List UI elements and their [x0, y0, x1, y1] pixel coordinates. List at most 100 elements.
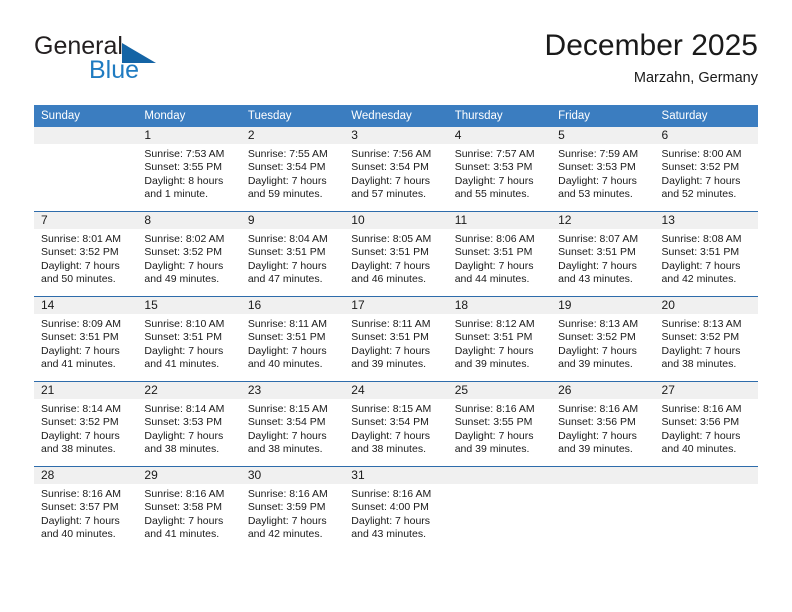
page-title: December 2025 [544, 29, 758, 62]
calendar-day-cell[interactable]: 29 Sunrise: 8:16 AM Sunset: 3:58 PM Dayligh… [137, 466, 241, 551]
sunrise-text: Sunrise: 8:01 AM [41, 233, 121, 245]
sunset-text: Sunset: 3:58 PM [144, 501, 223, 514]
sunrise-text: Sunrise: 8:10 AM [144, 318, 225, 330]
sunset-text: Sunset: 3:51 PM [454, 331, 533, 344]
daylight-text-line1: Daylight: 7 hours [247, 514, 327, 527]
daylight-text-line1: Daylight: 7 hours [41, 514, 120, 527]
calendar-day-cell[interactable]: 15 Sunrise: 8:10 AM Sunset: 3:51 PM Dayligh… [137, 296, 241, 382]
sunset-text: Sunset: 3:52 PM [558, 331, 636, 344]
sunrise-text: Sunrise: 8:08 AM [661, 233, 742, 245]
calendar-day-cell[interactable]: 22 Sunrise: 8:14 AM Sunset: 3:53 PM Dayligh… [137, 381, 241, 467]
calendar-day-cell[interactable]: 23 Sunrise: 8:15 AM Sunset: 3:54 PM Dayligh… [240, 381, 345, 467]
sunset-text: Sunset: 3:51 PM [41, 331, 119, 344]
daylight-text-line2: and 39 minutes. [558, 358, 633, 371]
calendar-day-cell[interactable]: 10 Sunrise: 8:05 AM Sunset: 3:51 PM Dayligh… [344, 211, 448, 297]
calendar-day-cell[interactable]: 17 Sunrise: 8:11 AM Sunset: 3:51 PM Dayligh… [344, 296, 448, 382]
day-details: Sunrise: 8:14 AM Sunset: 3:53 PM Daylight:… [137, 399, 240, 457]
calendar-day-cell[interactable]: 2 Sunrise: 7:55 AM Sunset: 3:54 PM Daylight… [240, 127, 345, 212]
sunset-text: Sunset: 3:57 PM [41, 501, 119, 514]
day-number [551, 467, 655, 484]
calendar-day-cell[interactable]: 14 Sunrise: 8:09 AM Sunset: 3:51 PM Dayligh… [34, 296, 138, 382]
weekday-header-tuesday: Tuesday [240, 105, 345, 127]
daylight-text-line2: and 38 minutes. [144, 443, 220, 456]
day-number: 14 [34, 297, 138, 314]
day-number: 20 [654, 297, 758, 314]
sunrise-text: Sunrise: 8:15 AM [351, 403, 432, 415]
calendar-day-cell[interactable]: 3 Sunrise: 7:56 AM Sunset: 3:54 PM Daylight… [344, 127, 448, 212]
day-details: Sunrise: 8:15 AM Sunset: 3:54 PM Daylight:… [344, 399, 447, 457]
calendar-day-cell[interactable]: 8 Sunrise: 8:02 AM Sunset: 3:52 PM Daylight… [137, 211, 241, 297]
day-details: Sunrise: 8:16 AM Sunset: 3:55 PM Daylight:… [448, 399, 551, 457]
calendar-day-cell[interactable]: 4 Sunrise: 7:57 AM Sunset: 3:53 PM Daylight… [447, 127, 552, 212]
calendar-day-cell[interactable]: 20 Sunrise: 8:13 AM Sunset: 3:52 PM Dayligh… [654, 296, 758, 382]
sunrise-text: Sunrise: 8:16 AM [41, 488, 121, 500]
day-details: Sunrise: 8:16 AM Sunset: 3:57 PM Daylight:… [34, 484, 137, 542]
sunset-text: Sunset: 3:53 PM [454, 161, 533, 174]
sunset-text: Sunset: 3:54 PM [247, 416, 326, 429]
sunset-text: Sunset: 3:59 PM [247, 501, 326, 514]
calendar-day-cell[interactable]: 13 Sunrise: 8:08 AM Sunset: 3:51 PM Dayligh… [654, 211, 758, 297]
daylight-text-line2: and 50 minutes. [41, 273, 116, 286]
day-number: 22 [137, 382, 241, 399]
daylight-text-line2: and 57 minutes. [351, 188, 426, 201]
logo-text-blue: Blue [89, 56, 140, 84]
calendar-day-cell[interactable]: 12 Sunrise: 8:07 AM Sunset: 3:51 PM Dayligh… [551, 211, 655, 297]
sunset-text: Sunset: 3:54 PM [351, 416, 429, 429]
calendar-day-cell[interactable]: 1 Sunrise: 7:53 AM Sunset: 3:55 PM Daylight… [137, 127, 241, 212]
calendar-day-cell[interactable]: 16 Sunrise: 8:11 AM Sunset: 3:51 PM Dayligh… [240, 296, 345, 382]
day-number: 25 [447, 382, 552, 399]
sunset-text: Sunset: 3:51 PM [247, 331, 326, 344]
calendar-week-row: 21 Sunrise: 8:14 AM Sunset: 3:52 PM Dayligh… [34, 381, 758, 467]
calendar-page: General Blue December 2025 Marzahn, Germ… [0, 0, 792, 612]
sunset-text: Sunset: 3:54 PM [351, 161, 429, 174]
calendar-day-cell[interactable]: 27 Sunrise: 8:16 AM Sunset: 3:56 PM Dayligh… [654, 381, 758, 467]
sunrise-text: Sunrise: 8:11 AM [351, 318, 431, 330]
sunrise-text: Sunrise: 8:06 AM [454, 233, 535, 245]
calendar-day-cell[interactable]: 30 Sunrise: 8:16 AM Sunset: 3:59 PM Dayligh… [240, 466, 345, 551]
calendar-day-cell[interactable]: 11 Sunrise: 8:06 AM Sunset: 3:51 PM Dayligh… [447, 211, 552, 297]
day-number: 31 [344, 467, 448, 484]
daylight-text-line2: and 1 minute. [144, 188, 209, 201]
calendar-day-cell[interactable]: 21 Sunrise: 8:14 AM Sunset: 3:52 PM Dayligh… [34, 381, 138, 467]
daylight-text-line1: Daylight: 7 hours [454, 344, 534, 357]
daylight-text-line1: Daylight: 7 hours [351, 514, 431, 527]
daylight-text-line1: Daylight: 7 hours [247, 259, 327, 272]
day-number [447, 467, 552, 484]
sunrise-text: Sunrise: 7:53 AM [144, 148, 225, 160]
calendar-day-cell[interactable]: 28 Sunrise: 8:16 AM Sunset: 3:57 PM Dayligh… [34, 466, 138, 551]
day-details: Sunrise: 8:13 AM Sunset: 3:52 PM Daylight:… [551, 314, 654, 372]
calendar-day-cell[interactable]: 24 Sunrise: 8:15 AM Sunset: 3:54 PM Dayligh… [344, 381, 448, 467]
sunrise-text: Sunrise: 8:07 AM [558, 233, 639, 245]
calendar-day-cell[interactable]: 31 Sunrise: 8:16 AM Sunset: 4:00 PM Dayligh… [344, 466, 448, 551]
calendar-day-cell[interactable]: 26 Sunrise: 8:16 AM Sunset: 3:56 PM Dayligh… [551, 381, 655, 467]
calendar-day-cell[interactable]: 18 Sunrise: 8:12 AM Sunset: 3:51 PM Dayligh… [447, 296, 552, 382]
sunrise-text: Sunrise: 8:16 AM [144, 488, 225, 500]
calendar-day-cell[interactable]: 6 Sunrise: 8:00 AM Sunset: 3:52 PM Daylight… [654, 127, 758, 212]
day-details: Sunrise: 8:16 AM Sunset: 3:56 PM Daylight:… [655, 399, 758, 457]
calendar-day-cell[interactable]: 9 Sunrise: 8:04 AM Sunset: 3:51 PM Daylight… [240, 211, 345, 297]
calendar-day-cell-empty [551, 466, 655, 551]
calendar-day-cell[interactable]: 25 Sunrise: 8:16 AM Sunset: 3:55 PM Dayligh… [447, 381, 552, 467]
daylight-text-line2: and 43 minutes. [351, 528, 426, 541]
day-details: Sunrise: 8:13 AM Sunset: 3:52 PM Daylight:… [655, 314, 758, 372]
calendar-day-cell[interactable]: 5 Sunrise: 7:59 AM Sunset: 3:53 PM Daylight… [551, 127, 655, 212]
daylight-text-line1: Daylight: 7 hours [351, 174, 431, 187]
sunrise-text: Sunrise: 8:16 AM [661, 403, 742, 415]
daylight-text-line1: Daylight: 7 hours [661, 259, 741, 272]
daylight-text-line1: Daylight: 7 hours [454, 429, 534, 442]
daylight-text-line1: Daylight: 7 hours [454, 174, 534, 187]
daylight-text-line2: and 52 minutes. [661, 188, 737, 201]
day-details: Sunrise: 7:55 AM Sunset: 3:54 PM Daylight:… [241, 144, 344, 202]
sunrise-text: Sunrise: 8:16 AM [247, 488, 328, 500]
calendar-day-cell[interactable]: 19 Sunrise: 8:13 AM Sunset: 3:52 PM Dayligh… [551, 296, 655, 382]
calendar-day-cell[interactable]: 7 Sunrise: 8:01 AM Sunset: 3:52 PM Daylight… [34, 211, 138, 297]
daylight-text-line2: and 55 minutes. [454, 188, 530, 201]
weekday-header-friday: Friday [551, 105, 655, 127]
daylight-text-line2: and 38 minutes. [351, 443, 426, 456]
day-number: 9 [240, 212, 345, 229]
day-number [654, 467, 758, 484]
sunset-text: Sunset: 3:51 PM [558, 246, 636, 259]
sunrise-text: Sunrise: 8:04 AM [247, 233, 328, 245]
day-details: Sunrise: 8:16 AM Sunset: 3:59 PM Daylight:… [241, 484, 344, 542]
daylight-text-line1: Daylight: 7 hours [144, 429, 224, 442]
